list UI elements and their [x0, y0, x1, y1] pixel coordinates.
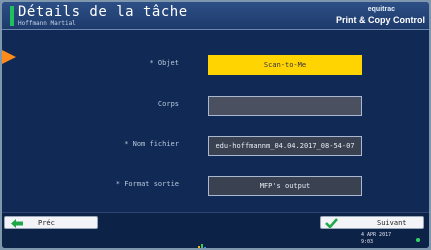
prev-button-label: Préc [38, 219, 55, 227]
task-details-screen: Détails de la tâche Hoffmann Martial equ… [2, 2, 429, 248]
objet-field[interactable]: Scan-to-Me [208, 55, 362, 75]
corps-label: Corps [157, 100, 179, 108]
green-checkmark-icon [325, 218, 338, 230]
device-status-icon [195, 238, 211, 248]
nom-fichier-field[interactable]: edu-hoffmannm_04.04.2017_08-54-07 [208, 136, 362, 156]
form-row-format-sortie: * Format sortie MFP's output [2, 176, 429, 196]
time-text: 9:03 [361, 239, 374, 245]
brand-logo-top: equitrac [367, 6, 395, 13]
form-row-objet: * Objet Scan-to-Me [2, 55, 429, 75]
date-text: 4 APR 2017 [361, 232, 392, 238]
form-row-nom-fichier: * Nom fichier edu-hoffmannm_04.04.2017_0… [2, 136, 429, 156]
next-button[interactable]: Suivant [320, 216, 424, 229]
page-title: Détails de la tâche [18, 4, 188, 20]
title-accent-bar [10, 6, 14, 26]
green-back-arrow-icon [11, 219, 23, 230]
prev-button[interactable]: Préc [4, 216, 98, 229]
status-dot-icon [416, 238, 420, 242]
user-name: Hoffmann Martial [18, 20, 76, 27]
corps-field[interactable] [208, 96, 362, 116]
brand-logo-bottom: Print & Copy Control [336, 15, 425, 25]
format-sortie-label: * Format sortie [115, 180, 179, 188]
form-row-corps: Corps [2, 96, 429, 116]
format-sortie-field[interactable]: MFP's output [208, 176, 362, 196]
next-button-label: Suivant [377, 219, 407, 227]
objet-label: * Objet [149, 59, 179, 67]
title-bar: Détails de la tâche Hoffmann Martial equ… [2, 2, 429, 30]
bottom-bar: Préc Suivant 4 APR 2017 9:03 [2, 212, 429, 248]
nom-fichier-label: * Nom fichier [124, 140, 179, 148]
date-time: 4 APR 2017 9:03 [361, 232, 391, 246]
